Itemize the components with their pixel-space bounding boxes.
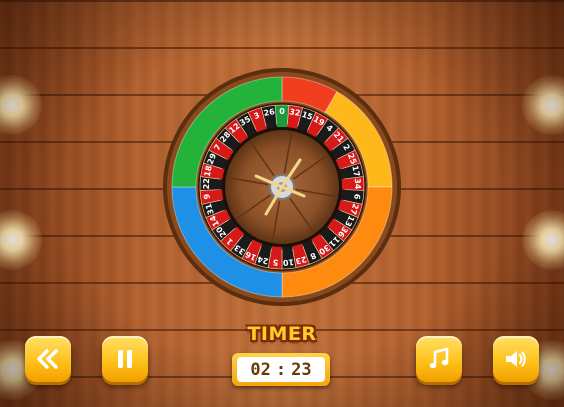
timer-separator: : [275,359,287,380]
pocket-number: 34 [353,178,362,190]
pocket-number: 22 [202,178,211,190]
pocket-number: 26 [263,107,276,118]
timer-minutes: 02 [250,359,271,380]
music-icon [429,347,449,369]
back-icon [37,349,58,369]
roulette-wheel[interactable]: 0 32 1519421225173462713361130823105241633… [0,0,564,407]
speaker-icon [506,351,526,367]
pocket-number: 10 [282,257,294,267]
timer-label: TIMER [247,323,317,345]
pocket-number: 32 [289,107,302,118]
timer-seconds: 23 [291,359,312,380]
pocket-slot [276,124,288,128]
pocket-slot [341,178,345,190]
pause-icon [118,350,132,368]
timer-value: 02 : 23 [237,357,325,382]
timer-display: 02 : 23 [232,353,330,386]
pocket-slot [219,178,223,190]
pocket-number: 0 [279,107,285,116]
